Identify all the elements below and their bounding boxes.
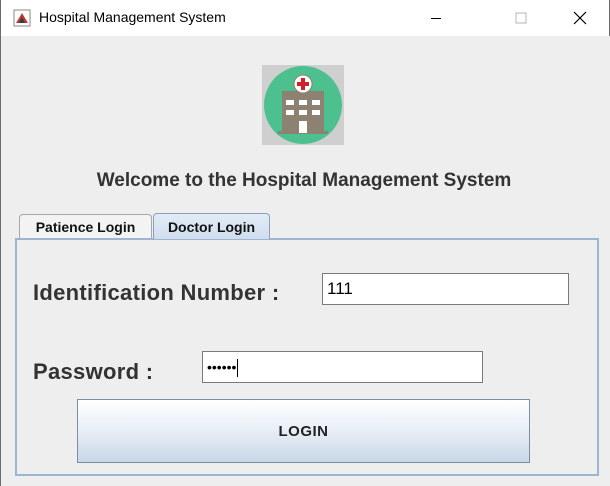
login-button[interactable]: LOGIN: [77, 399, 530, 463]
window-title: Hospital Management System: [39, 9, 226, 25]
close-button[interactable]: [557, 0, 603, 36]
doctor-login-panel: Identification Number : 111 Password : •…: [15, 238, 599, 476]
close-icon: [573, 11, 587, 25]
welcome-heading: Welcome to the Hospital Management Syste…: [96, 170, 512, 191]
tab-patient-login[interactable]: Patience Login: [19, 214, 152, 239]
identification-number-field[interactable]: 111: [322, 273, 569, 305]
minimize-button[interactable]: [413, 0, 459, 36]
content-area: Welcome to the Hospital Management Syste…: [2, 36, 610, 486]
tab-doctor-login[interactable]: Doctor Login: [153, 213, 270, 239]
password-value: ••••••: [207, 359, 237, 375]
title-bar[interactable]: Hospital Management System: [1, 0, 609, 36]
hospital-icon: [262, 65, 344, 145]
text-caret: [237, 359, 239, 378]
password-label: Password :: [33, 359, 154, 384]
password-field[interactable]: ••••••: [202, 351, 483, 383]
java-app-icon: [13, 9, 31, 27]
maximize-button[interactable]: [498, 0, 544, 36]
app-window: Hospital Management System Welcome to th…: [0, 0, 610, 486]
maximize-icon: [515, 12, 527, 24]
minimize-icon: [431, 18, 441, 19]
identification-number-label: Identification Number :: [33, 280, 280, 305]
